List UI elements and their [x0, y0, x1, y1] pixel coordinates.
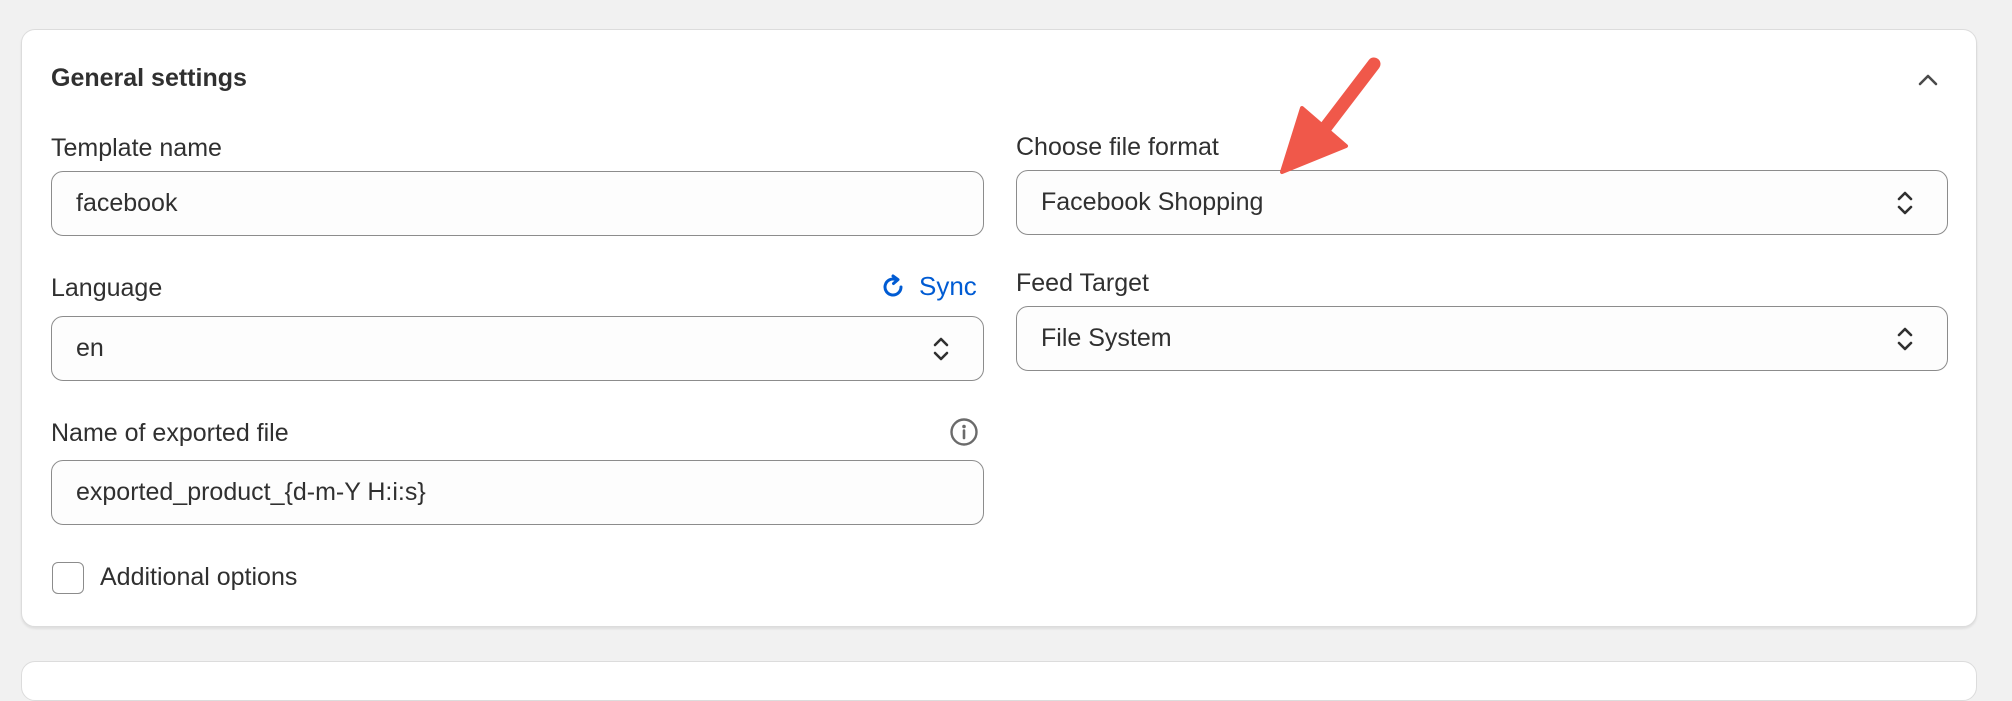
file-format-select[interactable]: Facebook Shopping: [1016, 170, 1948, 235]
exported-file-value: exported_product_{d-m-Y H:i:s}: [76, 478, 426, 506]
language-value: en: [76, 334, 104, 362]
select-chevrons-icon: [933, 337, 949, 360]
feed-target-value: File System: [1041, 324, 1172, 352]
refresh-icon: [883, 274, 903, 296]
next-card-edge: [21, 661, 1977, 701]
chevron-up-icon: [1918, 74, 1938, 86]
language-select[interactable]: en: [51, 316, 984, 381]
file-format-value: Facebook Shopping: [1041, 188, 1264, 216]
feed-target-label: Feed Target: [1016, 269, 1149, 297]
section-title: General settings: [51, 64, 247, 92]
exported-file-label: Name of exported file: [51, 419, 289, 447]
sync-button[interactable]: Sync: [879, 271, 977, 302]
additional-options-label[interactable]: Additional options: [100, 562, 297, 592]
feed-target-select[interactable]: File System: [1016, 306, 1948, 371]
additional-options-checkbox[interactable]: [52, 562, 84, 594]
template-name-input[interactable]: facebook: [51, 171, 984, 236]
sync-label: Sync: [919, 271, 977, 301]
select-chevrons-icon: [1897, 191, 1913, 214]
template-name-label: Template name: [51, 134, 222, 162]
info-icon[interactable]: [949, 417, 979, 447]
template-name-value: facebook: [76, 189, 178, 217]
collapse-button[interactable]: [1906, 62, 1950, 98]
exported-file-input[interactable]: exported_product_{d-m-Y H:i:s}: [51, 460, 984, 525]
language-label: Language: [51, 274, 163, 302]
select-chevrons-icon: [1897, 327, 1913, 350]
file-format-label: Choose file format: [1016, 133, 1219, 161]
